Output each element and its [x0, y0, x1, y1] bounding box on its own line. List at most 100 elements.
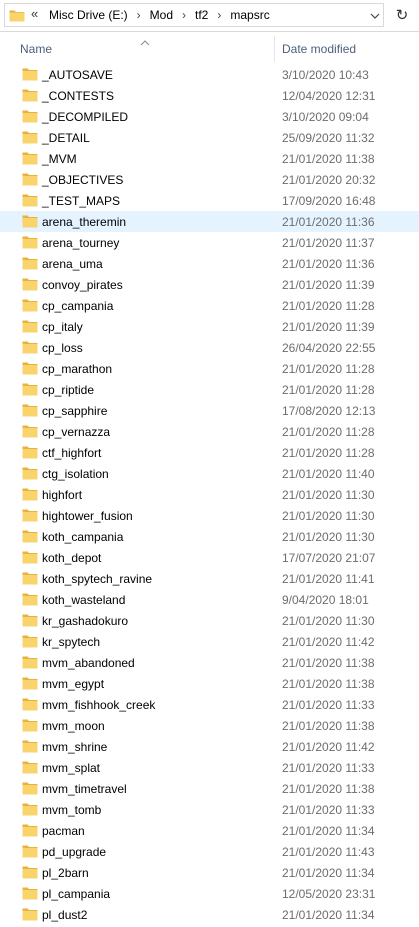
file-row[interactable]: _MVM 21/01/2020 11:38 [0, 148, 419, 169]
file-name: mvm_egypt [42, 677, 105, 691]
folder-icon [22, 655, 38, 669]
column-header-name[interactable]: Name [20, 42, 52, 56]
file-row[interactable]: _TEST_MAPS 17/09/2020 16:48 [0, 190, 419, 211]
folder-icon [22, 550, 38, 564]
folder-icon [22, 571, 38, 585]
file-date-modified: 21/01/2020 11:39 [282, 320, 375, 334]
file-row[interactable]: cp_loss 26/04/2020 22:55 [0, 337, 419, 358]
folder-icon [22, 592, 38, 606]
file-row[interactable]: _AUTOSAVE 3/10/2020 10:43 [0, 64, 419, 85]
file-row[interactable]: koth_campania 21/01/2020 11:30 [0, 526, 419, 547]
file-row[interactable]: mvm_timetravel 21/01/2020 11:38 [0, 778, 419, 799]
address-field[interactable]: « Misc Drive (E:) › Mod › tf2 › mapsrc [4, 3, 384, 27]
folder-icon [22, 676, 38, 690]
breadcrumb-item-mapsrc[interactable]: mapsrc [230, 8, 269, 22]
file-row[interactable]: _DETAIL 25/09/2020 11:32 [0, 127, 419, 148]
file-row[interactable]: ctg_isolation 21/01/2020 11:40 [0, 463, 419, 484]
file-date-modified: 21/01/2020 11:34 [282, 908, 375, 922]
file-row[interactable]: mvm_moon 21/01/2020 11:38 [0, 715, 419, 736]
file-row[interactable]: cp_campania 21/01/2020 11:28 [0, 295, 419, 316]
file-row[interactable]: mvm_splat 21/01/2020 11:33 [0, 757, 419, 778]
file-row[interactable]: pd_upgrade 21/01/2020 11:43 [0, 841, 419, 862]
breadcrumb: Misc Drive (E:) › Mod › tf2 › mapsrc [49, 8, 270, 22]
file-name: cp_vernazza [42, 425, 111, 439]
file-row[interactable]: koth_depot 17/07/2020 21:07 [0, 547, 419, 568]
file-row[interactable]: pl_dust2 21/01/2020 11:34 [0, 904, 419, 925]
file-date-modified: 17/07/2020 21:07 [282, 551, 376, 565]
file-date-modified: 21/01/2020 11:37 [282, 236, 375, 250]
file-date-modified: 21/01/2020 11:30 [282, 509, 375, 523]
file-list: _AUTOSAVE 3/10/2020 10:43 _CONTESTS 12/04/2… [0, 64, 419, 925]
breadcrumb-item-tf2[interactable]: tf2 [195, 8, 208, 22]
file-row[interactable]: arena_theremin 21/01/2020 11:36 [0, 211, 419, 232]
file-date-modified: 21/01/2020 11:36 [282, 257, 375, 271]
file-date-modified: 21/01/2020 11:28 [282, 425, 375, 439]
breadcrumb-item-drive[interactable]: Misc Drive (E:) [49, 8, 128, 22]
file-row[interactable]: kr_spytech 21/01/2020 11:42 [0, 631, 419, 652]
file-date-modified: 21/01/2020 11:28 [282, 299, 375, 313]
file-row[interactable]: hightower_fusion 21/01/2020 11:30 [0, 505, 419, 526]
file-name: koth_spytech_ravine [42, 572, 153, 586]
file-row[interactable]: koth_wasteland 9/04/2020 18:01 [0, 589, 419, 610]
file-name: convoy_pirates [42, 278, 123, 292]
file-row[interactable]: cp_sapphire 17/08/2020 12:13 [0, 400, 419, 421]
file-row[interactable]: pl_2barn 21/01/2020 11:34 [0, 862, 419, 883]
folder-icon [22, 886, 38, 900]
file-name: cp_marathon [42, 362, 113, 376]
file-row[interactable]: koth_spytech_ravine 21/01/2020 11:41 [0, 568, 419, 589]
file-row[interactable]: cp_italy 21/01/2020 11:39 [0, 316, 419, 337]
file-name: cp_riptide [42, 383, 95, 397]
column-header-date-modified[interactable]: Date modified [282, 42, 356, 56]
file-row[interactable]: pacman 21/01/2020 11:34 [0, 820, 419, 841]
file-name: mvm_splat [42, 761, 101, 775]
breadcrumb-overflow-button[interactable]: « [31, 6, 38, 21]
folder-icon [22, 445, 38, 459]
file-row[interactable]: arena_tourney 21/01/2020 11:37 [0, 232, 419, 253]
chevron-right-icon[interactable]: › [182, 8, 186, 22]
file-name: mvm_abandoned [42, 656, 135, 670]
file-row[interactable]: cp_vernazza 21/01/2020 11:28 [0, 421, 419, 442]
file-name: koth_wasteland [42, 593, 126, 607]
file-row[interactable]: _OBJECTIVES 21/01/2020 20:32 [0, 169, 419, 190]
folder-icon [9, 8, 25, 22]
refresh-button[interactable]: ↻ [390, 3, 414, 27]
file-date-modified: 21/01/2020 11:38 [282, 677, 375, 691]
file-row[interactable]: _CONTESTS 12/04/2020 12:31 [0, 85, 419, 106]
file-date-modified: 12/04/2020 12:31 [282, 89, 376, 103]
file-row[interactable]: mvm_tomb 21/01/2020 11:33 [0, 799, 419, 820]
file-name: pl_campania [42, 887, 111, 901]
chevron-right-icon[interactable]: › [137, 8, 141, 22]
column-divider[interactable] [274, 36, 275, 62]
file-row[interactable]: mvm_shrine 21/01/2020 11:42 [0, 736, 419, 757]
file-name: mvm_shrine [42, 740, 108, 754]
folder-icon [22, 193, 38, 207]
file-row[interactable]: convoy_pirates 21/01/2020 11:39 [0, 274, 419, 295]
breadcrumb-item-mod[interactable]: Mod [150, 8, 173, 22]
file-name: _AUTOSAVE [42, 68, 113, 82]
folder-icon [22, 508, 38, 522]
file-row[interactable]: cp_marathon 21/01/2020 11:28 [0, 358, 419, 379]
file-row[interactable]: mvm_egypt 21/01/2020 11:38 [0, 673, 419, 694]
file-date-modified: 3/10/2020 10:43 [282, 68, 369, 82]
file-row[interactable]: cp_riptide 21/01/2020 11:28 [0, 379, 419, 400]
file-name: pd_upgrade [42, 845, 107, 859]
file-date-modified: 17/09/2020 16:48 [282, 194, 376, 208]
file-name: arena_uma [42, 257, 103, 271]
file-row[interactable]: _DECOMPILED 3/10/2020 09:04 [0, 106, 419, 127]
file-row[interactable]: kr_gashadokuro 21/01/2020 11:30 [0, 610, 419, 631]
file-date-modified: 21/01/2020 11:34 [282, 824, 375, 838]
file-date-modified: 21/01/2020 11:28 [282, 383, 375, 397]
chevron-right-icon[interactable]: › [217, 8, 221, 22]
file-date-modified: 21/01/2020 11:33 [282, 698, 375, 712]
file-row[interactable]: mvm_fishhook_creek 21/01/2020 11:33 [0, 694, 419, 715]
file-date-modified: 21/01/2020 11:42 [282, 740, 375, 754]
file-date-modified: 21/01/2020 11:28 [282, 446, 375, 460]
file-row[interactable]: ctf_highfort 21/01/2020 11:28 [0, 442, 419, 463]
file-date-modified: 12/05/2020 23:31 [282, 887, 376, 901]
chevron-down-icon[interactable] [367, 8, 383, 24]
file-row[interactable]: mvm_abandoned 21/01/2020 11:38 [0, 652, 419, 673]
file-row[interactable]: pl_campania 12/05/2020 23:31 [0, 883, 419, 904]
file-row[interactable]: arena_uma 21/01/2020 11:36 [0, 253, 419, 274]
column-header: Name Date modified [0, 32, 419, 63]
file-row[interactable]: highfort 21/01/2020 11:30 [0, 484, 419, 505]
